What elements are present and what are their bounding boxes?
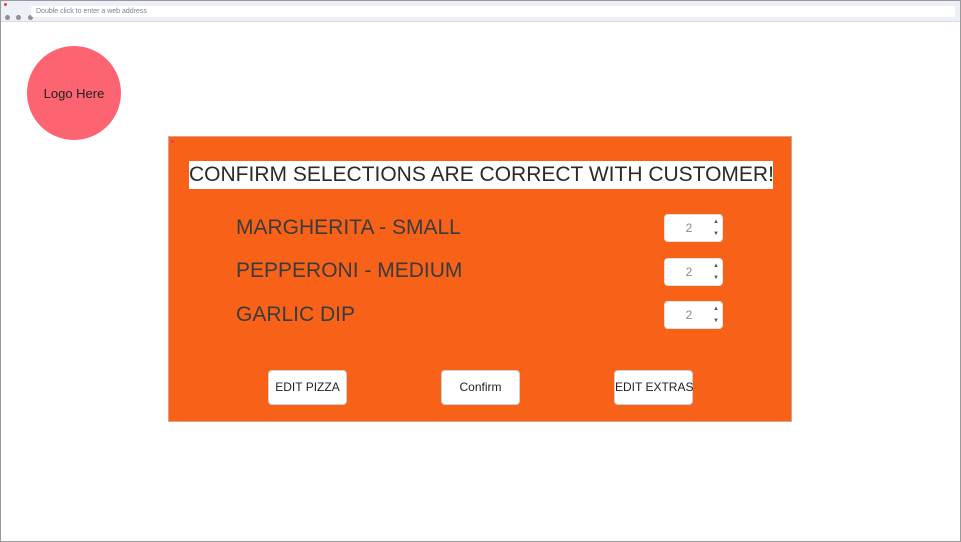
order-confirmation-panel: CONFIRM SELECTIONS ARE CORRECT WITH CUST…: [168, 136, 792, 422]
edit-pizza-button[interactable]: EDIT PIZZA: [268, 370, 347, 405]
quantity-value[interactable]: 2: [665, 259, 713, 285]
panel-marker-dot: [171, 140, 174, 143]
app-window: Double click to enter a web address Logo…: [0, 0, 961, 542]
quantity-stepper[interactable]: 2 ▲ ▼: [664, 258, 723, 286]
address-bar[interactable]: Double click to enter a web address: [31, 6, 955, 17]
increment-arrow-icon[interactable]: ▲: [713, 219, 719, 225]
increment-arrow-icon[interactable]: ▲: [713, 306, 719, 312]
confirm-button[interactable]: Confirm: [441, 370, 520, 405]
edit-extras-button[interactable]: EDIT EXTRAS: [614, 370, 693, 405]
order-item-label: GARLIC DIP: [236, 303, 356, 326]
decrement-arrow-icon[interactable]: ▼: [713, 231, 719, 237]
quantity-value[interactable]: 2: [665, 302, 713, 328]
logo-label: Logo Here: [43, 85, 105, 101]
quantity-stepper[interactable]: 2 ▲ ▼: [664, 214, 723, 242]
order-item-label: PEPPERONI - MEDIUM: [236, 259, 463, 282]
window-minimize-button[interactable]: [16, 15, 22, 20]
increment-arrow-icon[interactable]: ▲: [713, 263, 719, 269]
quantity-value[interactable]: 2: [665, 215, 713, 241]
window-indicator-dot: [4, 3, 7, 6]
logo-placeholder: Logo Here: [27, 46, 121, 140]
quantity-stepper[interactable]: 2 ▲ ▼: [664, 301, 723, 329]
browser-toolbar: Double click to enter a web address: [1, 1, 960, 22]
confirmation-heading: CONFIRM SELECTIONS ARE CORRECT WITH CUST…: [189, 161, 774, 189]
order-item-label: MARGHERITA - SMALL: [236, 216, 461, 239]
window-close-button[interactable]: [5, 15, 10, 20]
decrement-arrow-icon[interactable]: ▼: [713, 318, 719, 324]
decrement-arrow-icon[interactable]: ▼: [713, 275, 719, 281]
